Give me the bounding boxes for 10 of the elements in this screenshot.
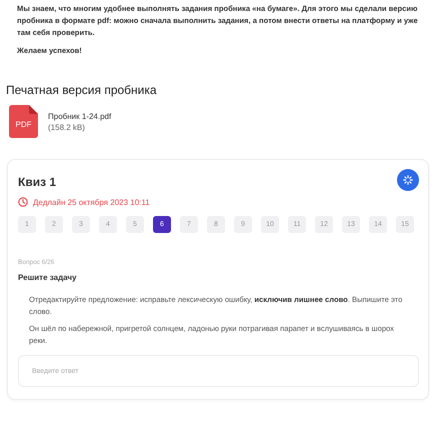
deadline-text: Дедлайн 25 октября 2023 10:11 — [33, 198, 150, 206]
section-heading: Печатная версия пробника — [6, 83, 158, 97]
file-link[interactable]: Пробник 1-24.pdf — [48, 112, 112, 120]
loading-icon — [403, 175, 413, 185]
loading-button[interactable] — [397, 169, 419, 191]
question-title: Решите задачу — [18, 273, 78, 282]
file-size: (158.2 kB) — [48, 122, 86, 132]
pdf-file-icon[interactable]: PDF — [9, 105, 38, 138]
quiz-title: Квиз 1 — [18, 175, 56, 189]
clock-icon — [18, 197, 28, 207]
